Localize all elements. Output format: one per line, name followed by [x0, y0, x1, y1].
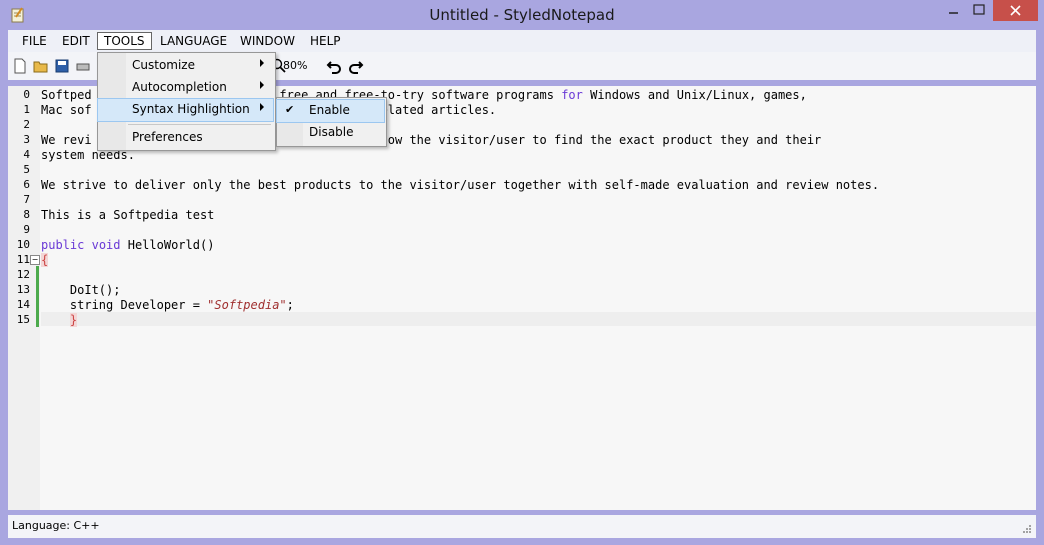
code-line: { [41, 253, 49, 267]
line-number: 9 [23, 223, 30, 236]
syntax-submenu: ✔ Enable Disable [276, 97, 387, 147]
menu-item-syntax-highlighting[interactable]: Syntax Highlightion [97, 98, 274, 122]
code-token: HelloWorld() [120, 238, 215, 252]
maximize-icon [973, 4, 985, 15]
line-number: 12 [16, 268, 30, 281]
line-number: 4 [23, 148, 30, 161]
title-bar[interactable]: Untitled - StyledNotepad [0, 0, 1044, 30]
code-token: Mac sof [41, 103, 92, 117]
submenu-enable-label: Enable [309, 103, 350, 117]
save-icon[interactable] [54, 58, 70, 74]
menu-edit[interactable]: EDIT [56, 33, 96, 49]
code-token: "Softpedia" [207, 298, 287, 312]
line-number: 7 [23, 193, 30, 206]
redo-icon[interactable] [348, 58, 364, 74]
menu-item-customize[interactable]: Customize [98, 55, 273, 77]
submenu-arrow-icon [260, 81, 264, 89]
menu-language[interactable]: LANGUAGE [154, 33, 233, 49]
submenu-disable-label: Disable [309, 125, 354, 139]
minimize-icon [949, 12, 958, 14]
code-line: } [41, 313, 78, 327]
line-number: 3 [23, 133, 30, 146]
line-number: 8 [23, 208, 30, 221]
undo-icon[interactable] [326, 58, 342, 74]
line-number: 15 [16, 313, 30, 326]
code-token: for [561, 88, 583, 102]
open-folder-icon[interactable] [33, 58, 49, 74]
menu-item-autocompletion[interactable]: Autocompletion [98, 77, 273, 99]
code-line: DoIt(); [41, 283, 121, 297]
code-token: { [41, 253, 49, 267]
submenu-item-disable[interactable]: Disable [277, 122, 384, 144]
line-number: 1 [23, 103, 30, 116]
close-button[interactable] [993, 0, 1038, 21]
window-title: Untitled - StyledNotepad [429, 6, 615, 24]
menu-help[interactable]: HELP [304, 33, 347, 49]
menu-item-syntax-label: Syntax Highlightion [132, 102, 250, 116]
zoom-level[interactable]: 80% [283, 59, 307, 72]
code-token: We strive to deliver only the best produ… [41, 178, 880, 192]
code-token: This is a Softpedia test [41, 208, 215, 222]
line-number: 6 [23, 178, 30, 191]
print-icon[interactable] [75, 58, 91, 74]
menu-item-preferences[interactable]: Preferences [98, 127, 273, 149]
code-token: string Developer = [41, 298, 208, 312]
code-line: This is a Softpedia test [41, 208, 214, 222]
code-token: ; [286, 298, 294, 312]
minimize-button[interactable] [941, 0, 967, 21]
code-line: string Developer = "Softpedia"; [41, 298, 294, 312]
new-file-icon[interactable] [12, 58, 28, 74]
code-token: Softped [41, 88, 92, 102]
language-status: Language: C++ [12, 519, 100, 532]
code-token: DoIt(); [41, 283, 121, 297]
line-number: 2 [23, 118, 30, 131]
tools-dropdown: Customize Autocompletion Syntax Highligh… [97, 52, 276, 151]
line-number: 0 [23, 88, 30, 101]
submenu-item-enable[interactable]: ✔ Enable [276, 99, 385, 123]
code-token: public [41, 238, 85, 252]
line-number: 11 [16, 253, 30, 266]
line-number: 5 [23, 163, 30, 176]
fold-marker-icon[interactable]: − [30, 255, 40, 265]
menu-item-customize-label: Customize [132, 58, 195, 72]
checkmark-icon: ✔ [285, 103, 295, 116]
code-token: Windows and Unix/Linux, games, [582, 88, 807, 102]
submenu-arrow-icon [260, 103, 264, 111]
menu-file[interactable]: FILE [16, 33, 53, 49]
menu-item-autocompletion-label: Autocompletion [132, 80, 227, 94]
menu-bar: FILE EDIT TOOLS LANGUAGE WINDOW HELP [8, 30, 1036, 52]
app-window: Untitled - StyledNotepad FILE EDIT TOOLS… [0, 0, 1044, 545]
code-line: public void HelloWorld() [41, 238, 214, 252]
menu-item-preferences-label: Preferences [132, 130, 203, 144]
code-token: We revi [41, 133, 92, 147]
menu-window[interactable]: WINDOW [234, 33, 301, 49]
maximize-button[interactable] [966, 0, 992, 21]
line-number: 10 [16, 238, 30, 251]
status-bar: Language: C++ [8, 515, 1036, 538]
change-bar [36, 266, 39, 327]
close-icon [1010, 5, 1021, 16]
resize-grip-icon[interactable] [1022, 524, 1032, 534]
code-token: void [91, 238, 121, 252]
code-line: We strive to deliver only the best produ… [41, 178, 879, 192]
submenu-arrow-icon [260, 59, 264, 67]
menu-tools[interactable]: TOOLS [97, 32, 152, 50]
line-number: 14 [16, 298, 30, 311]
menu-separator [128, 124, 271, 125]
code-token: } [69, 313, 78, 327]
line-number: 13 [16, 283, 30, 296]
